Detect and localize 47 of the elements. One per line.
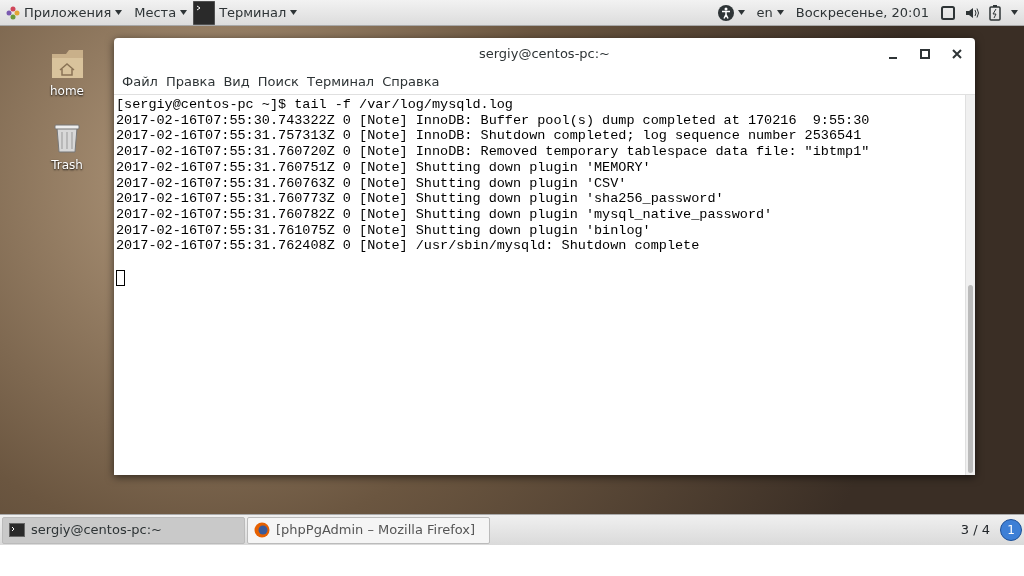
caret-icon	[1011, 10, 1018, 15]
menu-item[interactable]: Поиск	[253, 72, 303, 92]
applications-menu[interactable]: Приложения	[0, 0, 129, 26]
flower-icon	[6, 5, 20, 20]
terminal-line: 2017-02-16T07:55:31.760763Z 0 [Note] Shutting down plugin 'CSV'	[116, 175, 628, 192]
terminal-line: 2017-02-16T07:55:31.760751Z 0 [Note] Shutting down plugin 'MEMORY'	[116, 159, 652, 176]
terminal-line: 2017-02-16T07:55:31.757313Z 0 [Note] InnoDB: Shutdown completed; log sequence number 2536541	[116, 128, 863, 145]
caret-icon	[115, 10, 123, 15]
scrollbar[interactable]	[965, 95, 975, 475]
notification-count[interactable]: 1	[1000, 519, 1022, 541]
desktop-icon-label[interactable]: home	[50, 82, 84, 100]
terminal-line: 2017-02-16T07:55:31.760782Z 0 [Note] Shutting down plugin 'mysql_native_password'	[116, 206, 774, 223]
language-menu[interactable]: en	[750, 0, 790, 26]
minimize-icon	[889, 57, 897, 59]
caret-icon	[290, 10, 298, 15]
caret-icon	[737, 10, 745, 15]
terminal-line: [sergiy@centos-pc ~]$ tail -f /var/log/mysqld.log	[116, 97, 514, 113]
terminal-line: 2017-02-16T07:55:30.743322Z 0 [Note] InnoDB: Buffer pool(s) dump completed at 170216 9:55:30	[116, 112, 871, 129]
terminal-line: 2017-02-16T07:55:31.760720Z 0 [Note] InnoDB: Removed temporary tablespace data file: "ibtmp1"	[116, 144, 871, 160]
screen-icon	[941, 5, 955, 20]
terminal-icon	[9, 523, 25, 537]
terminal-icon	[193, 0, 216, 25]
menu-item[interactable]: Справка	[378, 72, 444, 92]
terminal-line: 2017-02-16T07:55:31.760773Z 0 [Note] Shutting down plugin 'sha256_password'	[116, 191, 725, 207]
globe-fox-icon	[254, 522, 270, 538]
caret-icon	[776, 10, 784, 15]
taskbar-window-button[interactable]: sergiy@centos-pc:~	[2, 516, 245, 544]
desktop-icon-label[interactable]: Trash	[51, 156, 83, 174]
menu-item[interactable]: Файл	[118, 72, 162, 92]
places-menu[interactable]: Места	[128, 0, 194, 26]
caret-icon	[180, 10, 188, 15]
app-menu[interactable]: Терминал	[193, 0, 304, 26]
menu-item[interactable]: Вид	[219, 72, 254, 92]
text-cursor	[116, 269, 125, 286]
clock[interactable]: Воскресенье, 20:01	[789, 0, 935, 26]
maximize-icon	[920, 49, 930, 59]
taskbar-window-button[interactable]: [phpPgAdmin – Mozilla Firefox]	[247, 516, 490, 544]
battery-icon	[989, 4, 1001, 21]
terminal-line: 2017-02-16T07:55:31.761075Z 0 [Note] Shutting down plugin 'binlog'	[116, 222, 652, 239]
terminal-line: 2017-02-16T07:55:31.762408Z 0 [Note] /usr/sbin/mysqld: Shutdown complete	[116, 238, 701, 255]
accessibility-icon	[717, 4, 734, 21]
workspace-indicator[interactable]: 3 / 4	[960, 520, 990, 540]
menu-item[interactable]: Правка	[161, 72, 220, 92]
volume-icon	[965, 5, 979, 20]
window-title: sergiy@centos-pc:~	[479, 45, 610, 64]
close-icon	[952, 49, 962, 59]
menu-item[interactable]: Терминал	[302, 72, 379, 92]
